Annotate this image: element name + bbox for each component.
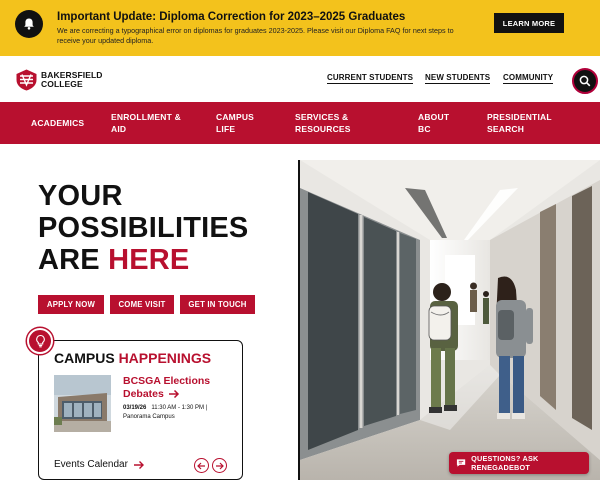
event-datetime: 03/19/26 11:30 AM - 1:30 PM | <box>123 405 207 411</box>
nav-label: PRESIDENTIAL <box>487 112 552 122</box>
renegadebot-chat-button[interactable]: QUESTIONS? ASK RENEGADEBOT <box>449 452 589 474</box>
come-visit-button[interactable]: COME VISIT <box>110 295 174 314</box>
chat-icon <box>456 459 466 467</box>
apply-now-button[interactable]: APPLY NOW <box>38 295 104 314</box>
nav-item-about-bc[interactable]: ABOUT BC <box>418 102 449 144</box>
arrow-right-icon <box>216 462 224 469</box>
events-calendar-link[interactable]: Events Calendar <box>54 459 145 470</box>
hero-line-2: POSSIBILITIES <box>38 212 249 244</box>
get-in-touch-button[interactable]: GET IN TOUCH <box>180 295 255 314</box>
hero-line-3: ARE <box>38 244 109 276</box>
nav-item-enrollment-aid[interactable]: ENROLLMENT & AID <box>111 102 181 144</box>
community-link[interactable]: COMMUNITY <box>503 73 554 84</box>
college-logo-icon[interactable] <box>16 69 37 91</box>
nav-label: ACADEMICS <box>31 118 85 128</box>
hero-line-1: YOUR <box>38 180 123 212</box>
new-students-link[interactable]: NEW STUDENTS <box>425 73 491 84</box>
next-event-button[interactable] <box>212 458 227 473</box>
nav-label: SEARCH <box>487 124 525 134</box>
hero-photo <box>300 160 600 480</box>
current-students-link[interactable]: CURRENT STUDENTS <box>327 73 414 84</box>
logo-line-2: COLLEGE <box>41 79 83 89</box>
alert-banner: Important Update: Diploma Correction for… <box>0 0 600 56</box>
nav-item-services-resources[interactable]: SERVICES & RESOURCES <box>295 102 351 144</box>
nav-item-campus-life[interactable]: CAMPUS LIFE <box>216 102 254 144</box>
learn-more-button[interactable]: LEARN MORE <box>494 13 564 33</box>
hero-accent-word: HERE <box>108 244 190 276</box>
event-location: Panorama Campus <box>123 414 175 420</box>
nav-label: CAMPUS <box>216 112 255 122</box>
event-thumbnail[interactable] <box>54 375 111 432</box>
arrow-right-icon <box>168 389 179 398</box>
nav-label: AID <box>111 124 127 134</box>
hero-heading: YOUR POSSIBILITIES ARE HERE <box>38 180 248 276</box>
nav-label: RESOURCES <box>295 124 351 134</box>
search-button[interactable] <box>572 68 598 94</box>
chat-label: QUESTIONS? ASK RENEGADEBOT <box>471 454 539 472</box>
arrow-left-icon <box>197 462 205 469</box>
nav-label: BC <box>418 124 431 134</box>
event-title-line-2: Debates <box>123 387 164 400</box>
college-logo-text[interactable]: BAKERSFIELD COLLEGE <box>41 71 103 89</box>
site-header: BAKERSFIELD COLLEGE CURRENT STUDENTS NEW… <box>0 56 600 102</box>
previous-event-button[interactable] <box>194 458 209 473</box>
event-date: 03/19/26 <box>123 405 147 411</box>
search-icon <box>579 75 591 87</box>
happenings-title-prefix: CAMPUS <box>54 350 119 366</box>
arrow-right-icon <box>133 460 144 469</box>
event-title-line-1: BCSGA Elections <box>123 375 211 387</box>
event-title-link[interactable]: BCSGA Elections Debates <box>123 375 210 400</box>
events-calendar-label: Events Calendar <box>54 459 128 470</box>
happenings-title: CAMPUS HAPPENINGS <box>54 350 211 366</box>
nav-label: ABOUT <box>418 112 450 122</box>
page: Important Update: Diploma Correction for… <box>0 0 600 480</box>
nav-label: SERVICES & <box>295 112 349 122</box>
main-navigation: ACADEMICS ENROLLMENT & AID CAMPUS LIFE S… <box>0 102 600 144</box>
alert-title: Important Update: Diploma Correction for… <box>57 11 406 23</box>
nav-label: ENROLLMENT & <box>111 112 181 122</box>
bell-icon <box>15 10 43 38</box>
lightbulb-icon <box>27 328 53 354</box>
happenings-title-accent: HAPPENINGS <box>118 350 212 366</box>
nav-item-academics[interactable]: ACADEMICS <box>31 102 84 144</box>
nav-label: LIFE <box>216 124 236 134</box>
nav-item-presidential-search[interactable]: PRESIDENTIAL SEARCH <box>487 102 552 144</box>
alert-body: We are correcting a typographical error … <box>57 26 454 45</box>
event-time: 11:30 AM - 1:30 PM | <box>151 405 208 411</box>
